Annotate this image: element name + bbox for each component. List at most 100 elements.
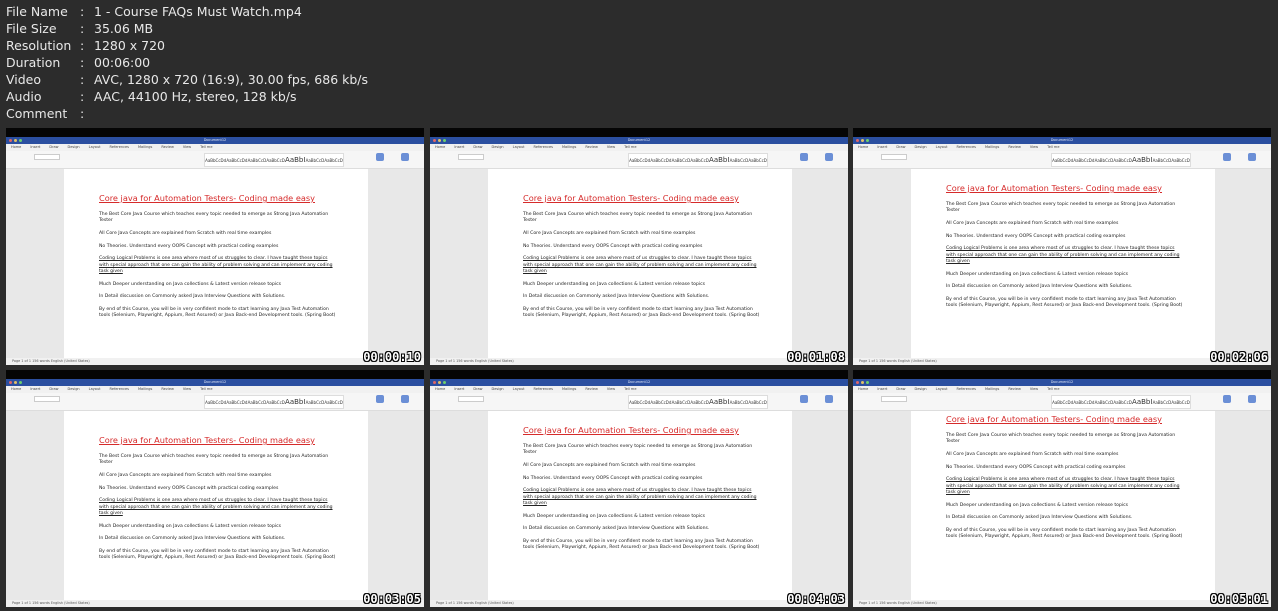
document-canvas: Core java for Automation Testers- Coding… bbox=[430, 411, 848, 600]
doc-paragraph: In Detail discussion on Commonly asked J… bbox=[99, 294, 286, 300]
video-thumbnail[interactable]: Document12 Home Insert Draw Design Layout Ref… bbox=[6, 128, 424, 365]
font-selector bbox=[458, 396, 484, 402]
status-bar: Page 1 of 1 156 words English (United St… bbox=[6, 600, 424, 607]
ribbon-tab: Insert bbox=[454, 387, 465, 391]
info-row: Duration:00:06:00 bbox=[6, 54, 368, 71]
doc-paragraph: In Detail discussion on Commonly asked J… bbox=[946, 515, 1133, 521]
ribbon-tab: Home bbox=[11, 145, 22, 149]
info-label: Resolution bbox=[6, 38, 72, 53]
doc-name: Document12 bbox=[1050, 138, 1074, 142]
doc-name: Document12 bbox=[203, 380, 227, 384]
doc-paragraph: The Best Core Java Course which teaches … bbox=[946, 202, 1176, 214]
ribbon-tabs: Home Insert Draw Design Layout References Mail… bbox=[853, 144, 1271, 151]
video-thumbnail[interactable]: Document12 Home Insert Draw Design Layout Ref… bbox=[430, 370, 848, 607]
ribbon-tab: Home bbox=[435, 145, 446, 149]
doc-paragraph: By end of this Course, you will be in ve… bbox=[946, 296, 1183, 309]
info-row: File Size:35.06 MB bbox=[6, 20, 368, 37]
info-label: Audio bbox=[6, 89, 42, 104]
ribbon-tab: Draw bbox=[896, 145, 906, 149]
ribbon-tab: Mailings bbox=[138, 145, 153, 149]
doc-title: Core java for Automation Testers- Coding… bbox=[523, 425, 739, 435]
doc-paragraph: All Core Java Concepts are explained fro… bbox=[523, 463, 696, 468]
ribbon-tab: Design bbox=[914, 387, 927, 391]
screen-top-bar bbox=[430, 370, 848, 379]
screen-top-bar bbox=[6, 128, 424, 137]
ribbon-tabs: Home Insert Draw Design Layout References Mail… bbox=[430, 386, 848, 393]
video-thumbnail[interactable]: Document12 Home Insert Draw Design Layout Ref… bbox=[430, 128, 848, 365]
video-thumbnail[interactable]: Document12 Home Insert Draw Design Layout Ref… bbox=[853, 370, 1271, 607]
editor-icon bbox=[825, 395, 833, 403]
info-row: Video: AVC, 1280 x 720 (16:9), 30.00 fps,… bbox=[6, 71, 368, 88]
doc-paragraph: Coding Logical Problems is one area wher… bbox=[99, 498, 333, 516]
ribbon-tab: View bbox=[182, 145, 192, 149]
ribbon-tab: Tell me bbox=[624, 387, 637, 391]
doc-paragraph: Coding Logical Problems is one area wher… bbox=[946, 477, 1180, 495]
ribbon-tab: Review bbox=[1008, 387, 1021, 391]
ribbon-toolbar: AaBbCcDd AaBbCcDd AaBbCcD AaBbCcD AaBbI AaBbC… bbox=[430, 151, 848, 169]
styles-gallery: AaBbCcDd AaBbCcDd AaBbCcD AaBbCcD AaBbI AaBbC… bbox=[1051, 395, 1191, 409]
info-value: 00:06:00 bbox=[94, 55, 151, 70]
ribbon-tab: Mailings bbox=[138, 387, 153, 391]
ribbon-tab: References bbox=[956, 387, 976, 391]
ribbon-tab: View bbox=[606, 387, 616, 391]
ribbon-tab: References bbox=[533, 387, 553, 391]
ribbon-tab: Draw bbox=[473, 387, 483, 391]
doc-name: Document12 bbox=[627, 380, 651, 384]
doc-paragraph: The Best Core Java Course which teaches … bbox=[523, 444, 753, 456]
ribbon-toolbar: AaBbCcDd AaBbCcDd AaBbCcD AaBbCcD AaBbI AaBbC… bbox=[853, 151, 1271, 169]
word-title-bar: Document12 bbox=[853, 379, 1271, 386]
info-value: 1280 x 720 bbox=[94, 38, 166, 53]
screen-top-bar bbox=[430, 128, 848, 137]
screen-top-bar bbox=[853, 128, 1271, 137]
word-title-bar: Document12 bbox=[430, 379, 848, 386]
doc-paragraph: Much Deeper understanding on Java collec… bbox=[946, 271, 1129, 277]
doc-paragraph: By end of this Course, you will be in ve… bbox=[523, 538, 760, 551]
styles-gallery: AaBbCcDd AaBbCcDd AaBbCcD AaBbCcD AaBbI AaBbC… bbox=[204, 395, 344, 409]
ribbon-tab: Review bbox=[585, 145, 598, 149]
ribbon-tab: Review bbox=[161, 387, 174, 391]
status-bar: Page 1 of 1 156 words English (United St… bbox=[430, 358, 848, 365]
font-selector bbox=[881, 396, 907, 402]
dictate-icon bbox=[800, 153, 808, 161]
document-canvas: Core java for Automation Testers- Coding… bbox=[853, 169, 1271, 358]
doc-name: Document12 bbox=[203, 138, 227, 142]
ribbon-tab: Mailings bbox=[562, 145, 577, 149]
video-thumbnail[interactable]: Document12 Home Insert Draw Design Layout Ref… bbox=[853, 128, 1271, 365]
ribbon-tab: Draw bbox=[896, 387, 906, 391]
document-canvas: Core java for Automation Testers- Coding… bbox=[6, 411, 424, 600]
dictate-icon bbox=[1223, 395, 1231, 403]
video-thumbnail[interactable]: Document12 Home Insert Draw Design Layout Ref… bbox=[6, 370, 424, 607]
ribbon-tab: Draw bbox=[473, 145, 483, 149]
info-separator: : bbox=[80, 38, 85, 53]
ribbon-tab: Insert bbox=[877, 145, 888, 149]
style-sample: AaBbI bbox=[1132, 156, 1153, 164]
styles-gallery: AaBbCcDd AaBbCcDd AaBbCcD AaBbCcD AaBbI AaBbC… bbox=[628, 153, 768, 167]
document-page: Core java for Automation Testers- Coding… bbox=[64, 411, 368, 600]
doc-paragraph: No Theories. Understand every OOPS Conce… bbox=[99, 243, 279, 249]
doc-title: Core java for Automation Testers- Coding… bbox=[946, 183, 1162, 193]
document-page: Core java for Automation Testers- Coding… bbox=[64, 169, 368, 358]
doc-paragraph: No Theories. Understand every OOPS Conce… bbox=[523, 475, 703, 481]
doc-paragraph: No Theories. Understand every OOPS Conce… bbox=[523, 243, 703, 249]
word-title-bar: Document12 bbox=[6, 379, 424, 386]
ribbon-tab: View bbox=[182, 387, 192, 391]
ribbon-tab: Home bbox=[11, 387, 22, 391]
info-value: AVC, 1280 x 720 (16:9), 30.00 fps, 686 k… bbox=[94, 72, 369, 87]
editor-icon bbox=[1248, 153, 1256, 161]
editor-icon bbox=[401, 395, 409, 403]
ribbon-tab: Design bbox=[491, 145, 504, 149]
ribbon-tab: References bbox=[956, 145, 976, 149]
ribbon-tabs: Home Insert Draw Design Layout References Mail… bbox=[853, 386, 1271, 393]
style-sample: AaBbI bbox=[285, 156, 306, 164]
info-label: File Name bbox=[6, 4, 68, 19]
doc-paragraph: The Best Core Java Course which teaches … bbox=[99, 454, 329, 466]
status-bar: Page 1 of 1 156 words English (United St… bbox=[6, 358, 424, 365]
font-selector bbox=[881, 154, 907, 160]
doc-paragraph: In Detail discussion on Commonly asked J… bbox=[99, 536, 286, 542]
doc-title: Core java for Automation Testers- Coding… bbox=[99, 435, 315, 445]
doc-paragraph: Much Deeper understanding on Java collec… bbox=[523, 281, 706, 287]
doc-paragraph: Coding Logical Problems is one area wher… bbox=[523, 256, 757, 274]
doc-paragraph: All Core Java Concepts are explained fro… bbox=[946, 452, 1119, 457]
ribbon-tab: View bbox=[1029, 145, 1039, 149]
info-separator: : bbox=[80, 106, 85, 121]
